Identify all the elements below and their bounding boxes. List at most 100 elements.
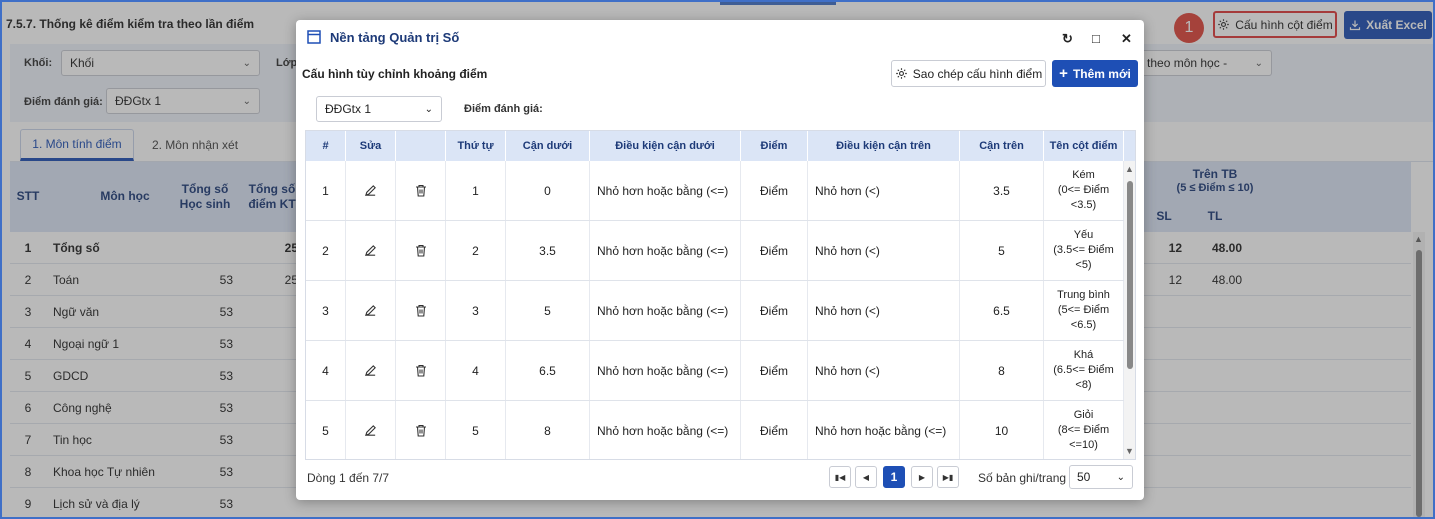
cell-diem: Điểm xyxy=(741,341,808,400)
row-index: 3 xyxy=(306,281,346,340)
scroll-down-icon[interactable]: ▼ xyxy=(1125,446,1134,456)
edit-cell[interactable] xyxy=(346,161,396,220)
scroll-up-icon[interactable]: ▲ xyxy=(1125,164,1134,174)
refresh-icon[interactable]: ↻ xyxy=(1062,31,1073,47)
cell-upper: 5 xyxy=(960,221,1044,280)
trash-icon[interactable] xyxy=(415,424,427,437)
cell-order: 3 xyxy=(446,281,506,340)
cell-lower: 3.5 xyxy=(506,221,590,280)
grid-row: 3 3 5 Nhỏ hơn hoặc bằng (<=) Điểm Nhỏ hơn (<)… xyxy=(306,281,1124,341)
close-icon[interactable]: ✕ xyxy=(1121,31,1132,47)
grid-header-lower-cond: Điều kiện cận dưới xyxy=(590,131,741,161)
cell-order: 1 xyxy=(446,161,506,220)
score-name-line: (3.5<= Điểm xyxy=(1053,244,1114,256)
score-name-line: <6.5) xyxy=(1070,319,1097,331)
score-name-line: (6.5<= Điểm xyxy=(1053,364,1114,376)
grid-row: 5 5 8 Nhỏ hơn hoặc bằng (<=) Điểm Nhỏ hơn hoặ… xyxy=(306,401,1124,459)
maximize-icon[interactable]: □ xyxy=(1092,31,1100,46)
trash-icon[interactable] xyxy=(415,364,427,377)
delete-cell[interactable] xyxy=(396,281,446,340)
edit-icon[interactable] xyxy=(364,184,377,197)
cell-lower: 6.5 xyxy=(506,341,590,400)
cell-lower-cond: Nhỏ hơn hoặc bằng (<=) xyxy=(590,161,741,220)
per-page-label: Số bản ghi/trang xyxy=(978,471,1067,485)
page-number[interactable]: 1 xyxy=(883,466,905,488)
edit-icon[interactable] xyxy=(364,364,377,377)
edit-cell[interactable] xyxy=(346,401,396,459)
per-page-value: 50 xyxy=(1077,470,1091,484)
row-index: 2 xyxy=(306,221,346,280)
config-modal: Nền tảng Quản trị Số ↻ □ ✕ Cấu hình tùy … xyxy=(296,20,1144,500)
score-name-line: Kém xyxy=(1072,169,1095,181)
row-index: 5 xyxy=(306,401,346,459)
chevron-down-icon: ⌄ xyxy=(1116,471,1125,483)
add-new-button[interactable]: + Thêm mới xyxy=(1052,60,1138,87)
first-page-icon[interactable]: ▮◀ xyxy=(829,466,851,488)
edit-cell[interactable] xyxy=(346,221,396,280)
copy-config-label: Sao chép cấu hình điểm xyxy=(912,66,1043,81)
grid-header-index: # xyxy=(306,131,346,161)
grid-header-edit: Sửa xyxy=(346,131,396,161)
config-grid: # Sửa Thứ tự Cận dưới Điều kiện cận dưới Điểm… xyxy=(305,130,1136,460)
cell-upper-cond: Nhỏ hơn (<) xyxy=(808,221,960,280)
edit-cell[interactable] xyxy=(346,281,396,340)
modal-title: Nền tảng Quản trị Số xyxy=(330,30,460,45)
next-page-icon[interactable]: ▶ xyxy=(911,466,933,488)
delete-cell[interactable] xyxy=(396,221,446,280)
modal-diem-select[interactable]: ĐĐGtx 1 ⌄ xyxy=(316,96,442,122)
cell-lower-cond: Nhỏ hơn hoặc bằng (<=) xyxy=(590,401,741,459)
score-name-line: <5) xyxy=(1075,259,1092,271)
edit-icon[interactable] xyxy=(364,304,377,317)
score-name-line: <=10) xyxy=(1069,439,1098,451)
trash-icon[interactable] xyxy=(415,184,427,197)
grid-row: 1 1 0 Nhỏ hơn hoặc bằng (<=) Điểm Nhỏ hơn (<)… xyxy=(306,161,1124,221)
grid-header-lower: Cận dưới xyxy=(506,131,590,161)
cell-diem: Điểm xyxy=(741,161,808,220)
delete-cell[interactable] xyxy=(396,401,446,459)
trash-icon[interactable] xyxy=(415,244,427,257)
grid-scrollbar-thumb[interactable] xyxy=(1127,181,1133,369)
edit-icon[interactable] xyxy=(364,424,377,437)
pagination-info: Dòng 1 đến 7/7 xyxy=(307,471,390,485)
grid-header-order: Thứ tự xyxy=(446,131,506,161)
app-frame: 7.5.7. Thống kê điểm kiểm tra theo lần đ… xyxy=(0,0,1435,519)
edit-icon[interactable] xyxy=(364,244,377,257)
score-column-name: Kém (0<= Điểm <3.5) xyxy=(1044,161,1124,220)
grid-header-upper: Cận trên xyxy=(960,131,1044,161)
cell-upper-cond: Nhỏ hơn (<) xyxy=(808,161,960,220)
grid-header-diem: Điểm xyxy=(741,131,808,161)
cell-diem: Điểm xyxy=(741,281,808,340)
cell-order: 5 xyxy=(446,401,506,459)
score-column-name: Trung bình (5<= Điểm <6.5) xyxy=(1044,281,1124,340)
trash-icon[interactable] xyxy=(415,304,427,317)
cell-lower-cond: Nhỏ hơn hoặc bằng (<=) xyxy=(590,221,741,280)
cell-upper-cond: Nhỏ hơn (<) xyxy=(808,281,960,340)
last-page-icon[interactable]: ▶▮ xyxy=(937,466,959,488)
cell-lower: 5 xyxy=(506,281,590,340)
cell-upper: 6.5 xyxy=(960,281,1044,340)
grid-scrollbar[interactable]: ▲ ▼ xyxy=(1124,161,1135,459)
per-page-select[interactable]: 50 ⌄ xyxy=(1069,465,1133,489)
grid-row: 4 4 6.5 Nhỏ hơn hoặc bằng (<=) Điểm Nhỏ hơn (… xyxy=(306,341,1124,401)
cell-upper-cond: Nhỏ hơn (<) xyxy=(808,341,960,400)
score-name-line: <8) xyxy=(1075,379,1092,391)
prev-page-icon[interactable]: ◀ xyxy=(855,466,877,488)
cell-upper: 3.5 xyxy=(960,161,1044,220)
cell-lower-cond: Nhỏ hơn hoặc bằng (<=) xyxy=(590,281,741,340)
delete-cell[interactable] xyxy=(396,341,446,400)
edit-cell[interactable] xyxy=(346,341,396,400)
modal-diem-value: ĐĐGtx 1 xyxy=(325,102,372,116)
grid-header-delete xyxy=(396,131,446,161)
cell-order: 2 xyxy=(446,221,506,280)
add-new-label: Thêm mới xyxy=(1072,66,1131,81)
cell-lower: 0 xyxy=(506,161,590,220)
score-name-line: (0<= Điểm xyxy=(1057,184,1110,196)
row-index: 1 xyxy=(306,161,346,220)
score-name-line: (8<= Điểm xyxy=(1057,424,1110,436)
copy-config-button[interactable]: Sao chép cấu hình điểm xyxy=(891,60,1046,87)
row-index: 4 xyxy=(306,341,346,400)
cell-upper: 10 xyxy=(960,401,1044,459)
delete-cell[interactable] xyxy=(396,161,446,220)
modal-subtitle: Cấu hình tùy chỉnh khoảng điểm xyxy=(302,67,488,81)
score-column-name: Yếu (3.5<= Điểm <5) xyxy=(1044,221,1124,280)
